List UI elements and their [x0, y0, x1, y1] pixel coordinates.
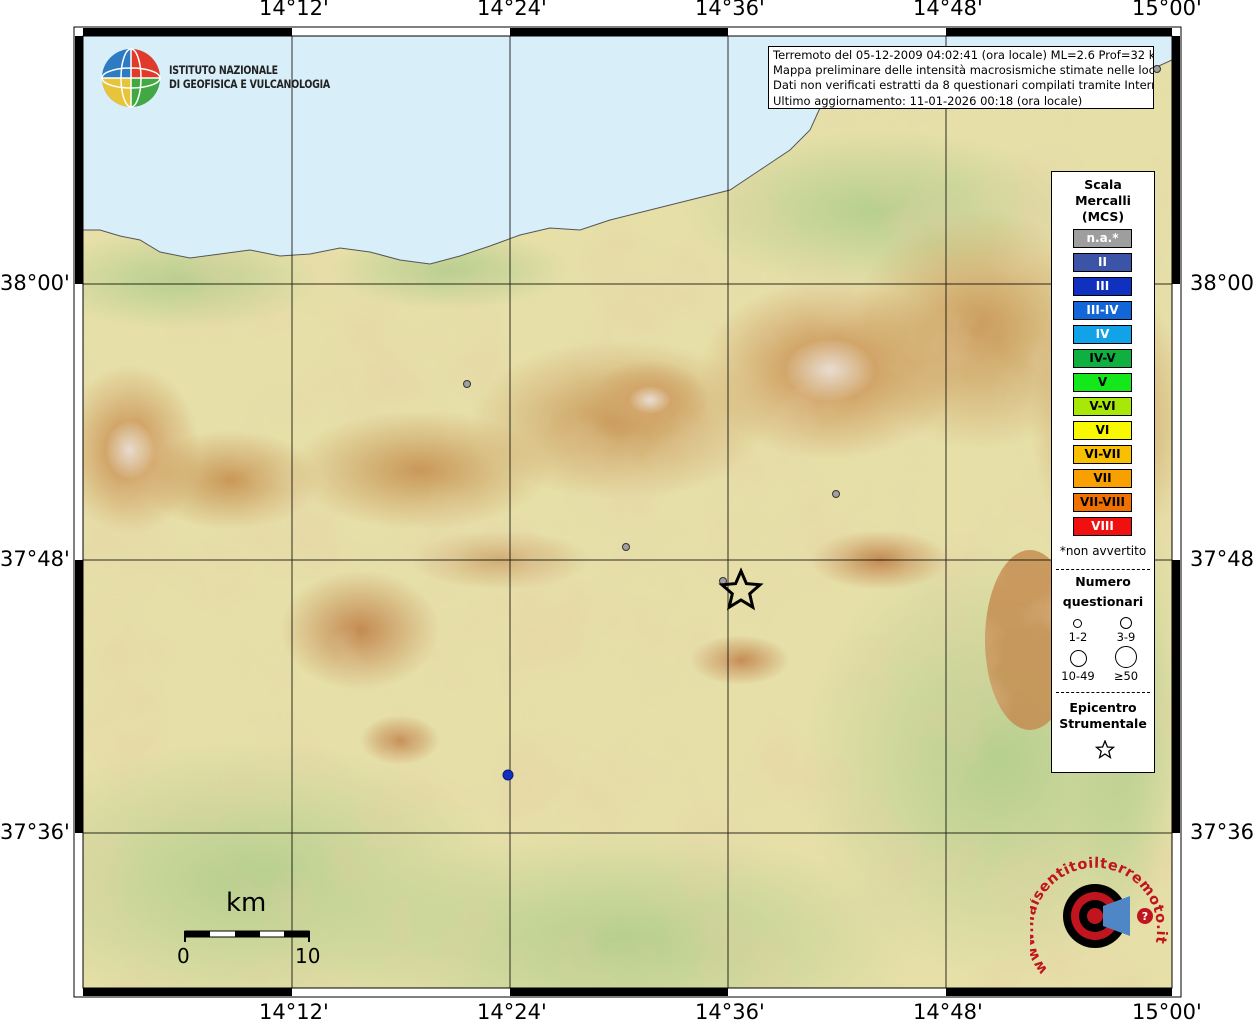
- terrain-layer: [83, 36, 1172, 988]
- legend-level-v-vi: V-VI: [1073, 397, 1132, 416]
- epicenter-title-line2: Strumentale: [1059, 716, 1147, 731]
- legend-level-iv-v: IV-V: [1073, 349, 1132, 368]
- bottom-tick-4: 14°48': [913, 1000, 983, 1024]
- legend-star-icon: [1095, 740, 1115, 759]
- legend-level-vi: VI: [1073, 421, 1132, 440]
- legend-level-vi-vii: VI-VII: [1073, 445, 1132, 464]
- count-label-2: 3-9: [1116, 630, 1136, 644]
- count-circle-xlarge: [1115, 646, 1137, 668]
- scale-start: 0: [177, 944, 190, 968]
- report-marker-na: [1153, 65, 1161, 73]
- top-tick-2: 14°24': [477, 0, 547, 20]
- count-circle-small: [1073, 619, 1082, 628]
- left-tick-1: 38°00': [0, 271, 70, 295]
- count-label-3: 10-49: [1061, 669, 1095, 683]
- legend-level-iii: III: [1073, 277, 1132, 296]
- legend-level-vii: VII: [1073, 469, 1132, 488]
- legend-level-iv: IV: [1073, 325, 1132, 344]
- legend-separator: [1056, 569, 1150, 570]
- institute-name: ISTITUTO NAZIONALE DI GEOFISICA E VULCAN…: [169, 63, 330, 91]
- report-marker-iii: [502, 769, 514, 781]
- svg-text:www.haisentitoilterremoto.it: www.haisentitoilterremoto.it: [1030, 856, 1169, 977]
- legend-level-ii: II: [1073, 253, 1132, 272]
- top-tick-4: 14°48': [913, 0, 983, 20]
- event-info-box: Terremoto del 05-12-2009 04:02:41 (ora l…: [768, 46, 1154, 109]
- legend-title-line2: Mercalli: [1075, 193, 1131, 208]
- count-circle-large: [1070, 650, 1087, 667]
- count-title-line1: Numero: [1075, 574, 1131, 589]
- bottom-tick-5: 15°00': [1132, 1000, 1202, 1024]
- legend-title-line3: (MCS): [1081, 209, 1125, 224]
- legend-level-v: V: [1073, 373, 1132, 392]
- scale-end: 10: [295, 944, 321, 968]
- event-info-line4: Ultimo aggiornamento: 11-01-2026 00:18 (…: [773, 93, 1083, 108]
- intensity-legend: Scala Mercalli (MCS) n.a.* II III III-IV IV I…: [1051, 171, 1155, 773]
- epicenter-title-line1: Epicentro: [1069, 700, 1137, 715]
- brand-text: www.haisentitoilterremoto.it: [1030, 856, 1169, 977]
- bottom-tick-2: 14°24': [477, 1000, 547, 1024]
- scale-unit: km: [226, 888, 267, 918]
- legend-title: Scala Mercalli (MCS): [1052, 177, 1154, 225]
- bottom-tick-1: 14°12': [259, 1000, 329, 1024]
- left-tick-3: 37°36': [0, 820, 70, 844]
- top-tick-1: 14°12': [259, 0, 329, 20]
- right-tick-2: 37°48': [1190, 547, 1255, 571]
- right-tick-1: 38°00': [1190, 271, 1255, 295]
- report-marker-na: [832, 490, 840, 498]
- count-label-4: ≥50: [1113, 669, 1139, 683]
- event-info-line1: Terremoto del 05-12-2009 04:02:41 (ora l…: [773, 48, 1154, 62]
- institute-line1: ISTITUTO NAZIONALE: [169, 63, 278, 77]
- legend-title-line1: Scala: [1084, 177, 1122, 192]
- legend-level-vii-viii: VII-VIII: [1073, 493, 1132, 512]
- legend-level-viii: VIII: [1073, 517, 1132, 536]
- legend-level-na: n.a.*: [1073, 229, 1132, 248]
- brand-url: www.haisentitoilterremoto.it: [1030, 856, 1169, 977]
- left-tick-2: 37°48': [0, 547, 70, 571]
- count-title-line2: questionari: [1062, 594, 1144, 609]
- report-marker-na: [463, 380, 471, 388]
- count-label-1: 1-2: [1068, 630, 1088, 644]
- report-marker-na: [622, 543, 630, 551]
- legend-separator-2: [1056, 692, 1150, 693]
- event-info-line3: Dati non verificati estratti da 8 questi…: [773, 78, 1154, 93]
- top-tick-5: 15°00': [1132, 0, 1202, 20]
- ingv-logo-icon: [101, 48, 161, 108]
- bottom-tick-3: 14°36': [695, 1000, 765, 1024]
- event-info-line2: Mappa preliminare delle intensità macros…: [773, 63, 1154, 78]
- top-tick-3: 14°36': [695, 0, 765, 20]
- institute-line2: DI GEOFISICA E VULCANOLOGIA: [169, 77, 330, 91]
- legend-level-iii-iv: III-IV: [1073, 301, 1132, 320]
- count-circle-medium: [1120, 617, 1132, 629]
- legend-note: *non avvertito: [1059, 544, 1147, 558]
- right-tick-3: 37°36': [1190, 820, 1255, 844]
